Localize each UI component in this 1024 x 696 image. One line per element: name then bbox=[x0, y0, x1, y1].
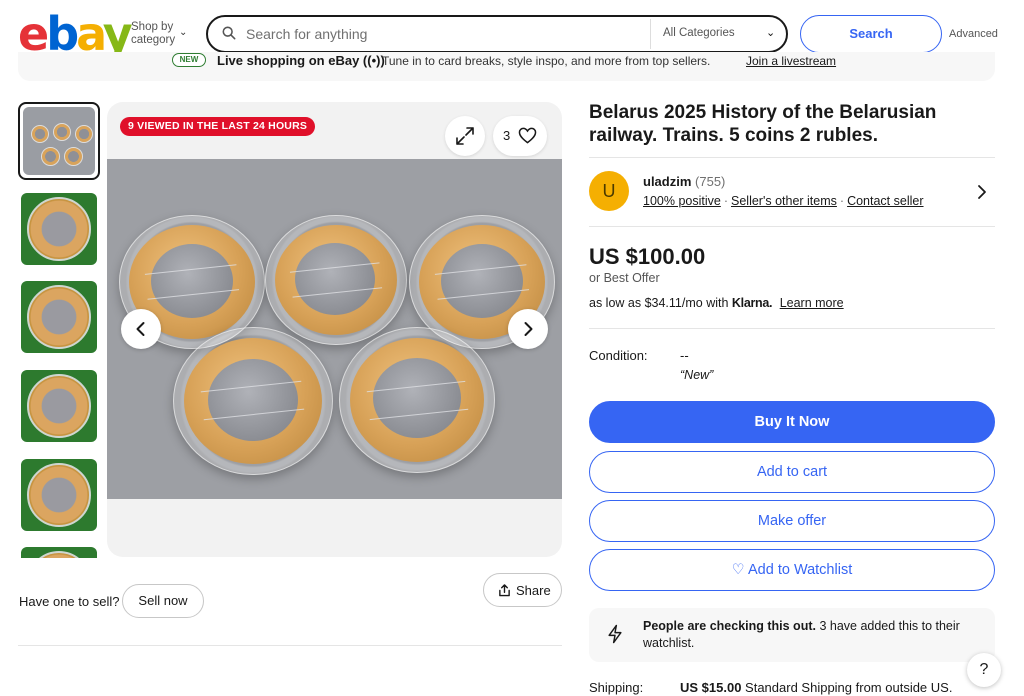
add-to-cart-button[interactable]: Add to cart bbox=[589, 451, 995, 493]
divider bbox=[589, 157, 995, 158]
seller-avatar[interactable]: U bbox=[589, 171, 629, 211]
search-input[interactable] bbox=[246, 23, 646, 45]
join-livestream-link[interactable]: Join a livestream bbox=[746, 54, 836, 68]
add-to-watchlist-button[interactable]: ♡ Add to Watchlist bbox=[589, 549, 995, 591]
expand-image-button[interactable] bbox=[445, 116, 485, 156]
listing-title: Belarus 2025 History of the Belarusian r… bbox=[589, 102, 937, 146]
chevron-right-icon[interactable] bbox=[976, 184, 988, 200]
watch-count: 3 bbox=[503, 128, 511, 143]
divider bbox=[589, 328, 995, 329]
condition-label: Condition: bbox=[589, 348, 648, 363]
promo-banner: NEW Live shopping on eBay ((•)) Tune in … bbox=[18, 52, 995, 81]
thumbnail-6[interactable] bbox=[18, 544, 100, 558]
have-one-to-sell-label: Have one to sell? bbox=[19, 594, 120, 609]
best-offer-label: or Best Offer bbox=[589, 271, 660, 285]
promo-headline: Live shopping on eBay ((•)) bbox=[217, 53, 385, 68]
klarna-learn-more-link[interactable]: Learn more bbox=[780, 296, 844, 310]
promo-text: Tune in to card breaks, style inspo, and… bbox=[382, 54, 711, 68]
watchers-notice-text: People are checking this out. 3 have add… bbox=[643, 619, 960, 650]
expand-icon bbox=[456, 127, 474, 145]
divider bbox=[18, 645, 562, 646]
shipping-label: Shipping: bbox=[589, 680, 644, 695]
watchers-notice: People are checking this out. 3 have add… bbox=[589, 608, 995, 662]
watch-count-button[interactable]: 3 bbox=[493, 116, 547, 156]
help-button[interactable]: ? bbox=[967, 653, 1001, 687]
price: US $100.00 bbox=[589, 244, 706, 269]
ebay-logo[interactable]: ebay bbox=[18, 10, 133, 58]
positive-feedback-link[interactable]: 100% positive bbox=[643, 194, 721, 208]
thumbnail-image bbox=[21, 547, 97, 558]
thumbnail-strip bbox=[18, 102, 100, 558]
share-button[interactable]: Share bbox=[483, 573, 562, 607]
lightning-icon bbox=[608, 624, 622, 644]
category-select[interactable]: All Categories bbox=[663, 27, 735, 39]
next-image-button[interactable] bbox=[508, 309, 548, 349]
seller-name[interactable]: uladzim bbox=[643, 174, 691, 189]
search-divider bbox=[650, 19, 651, 49]
make-offer-button[interactable]: Make offer bbox=[589, 500, 995, 542]
thumbnail-image bbox=[21, 281, 97, 353]
new-badge: NEW bbox=[172, 53, 206, 67]
coin-image bbox=[173, 327, 333, 475]
seller-info: uladzim (755) bbox=[643, 174, 725, 189]
advanced-search-link[interactable]: Advanced bbox=[949, 28, 998, 40]
share-label: Share bbox=[516, 583, 551, 598]
condition-note: “New” bbox=[680, 368, 714, 382]
share-icon bbox=[499, 584, 510, 597]
chevron-right-icon bbox=[524, 322, 533, 336]
main-image-gallery: 9 VIEWED IN THE LAST 24 HOURS 3 bbox=[107, 102, 562, 557]
thumbnail-5[interactable] bbox=[18, 456, 100, 534]
sell-now-button[interactable]: Sell now bbox=[122, 584, 204, 618]
heart-icon bbox=[518, 127, 537, 144]
chevron-left-icon bbox=[136, 322, 145, 336]
seller-other-items-link[interactable]: Seller's other items bbox=[731, 194, 837, 208]
contact-seller-link[interactable]: Contact seller bbox=[847, 194, 923, 208]
category-label: category bbox=[131, 34, 176, 46]
product-photo[interactable] bbox=[107, 159, 562, 499]
shop-by-label: Shop by bbox=[131, 21, 174, 33]
shop-by-category-button[interactable]: Shop by category ⌄ bbox=[131, 21, 187, 47]
klarna-financing: as low as $34.11/mo with Klarna. Learn m… bbox=[589, 296, 844, 310]
search-icon bbox=[222, 26, 236, 40]
chevron-down-icon: ⌄ bbox=[179, 27, 188, 38]
buy-it-now-button[interactable]: Buy It Now bbox=[589, 401, 995, 443]
seller-feedback-count: (755) bbox=[695, 174, 726, 189]
thumbnail-3[interactable] bbox=[18, 278, 100, 356]
thumbnail-image bbox=[23, 107, 95, 175]
thumbnail-image bbox=[21, 370, 97, 442]
shipping-value: US $15.00 Standard Shipping from outside… bbox=[680, 680, 953, 695]
thumbnail-image bbox=[21, 459, 97, 531]
condition-value: -- bbox=[680, 348, 689, 363]
coin-image bbox=[339, 327, 495, 473]
divider bbox=[589, 226, 995, 227]
coin-image bbox=[265, 215, 407, 345]
category-chevron-icon[interactable]: ⌄ bbox=[766, 26, 775, 39]
search-bar: All Categories ⌄ bbox=[206, 15, 788, 53]
klarna-logo: Klarna. bbox=[731, 296, 773, 310]
thumbnail-image bbox=[21, 193, 97, 265]
thumbnail-2[interactable] bbox=[18, 190, 100, 268]
klarna-text: as low as $34.11/mo with bbox=[589, 296, 729, 310]
viewed-badge: 9 VIEWED IN THE LAST 24 HOURS bbox=[120, 117, 316, 136]
thumbnail-1[interactable] bbox=[18, 102, 100, 180]
search-button[interactable]: Search bbox=[800, 15, 942, 53]
seller-links: 100% positive · Seller's other items · Conta… bbox=[643, 194, 924, 208]
thumbnail-4[interactable] bbox=[18, 367, 100, 445]
previous-image-button[interactable] bbox=[121, 309, 161, 349]
